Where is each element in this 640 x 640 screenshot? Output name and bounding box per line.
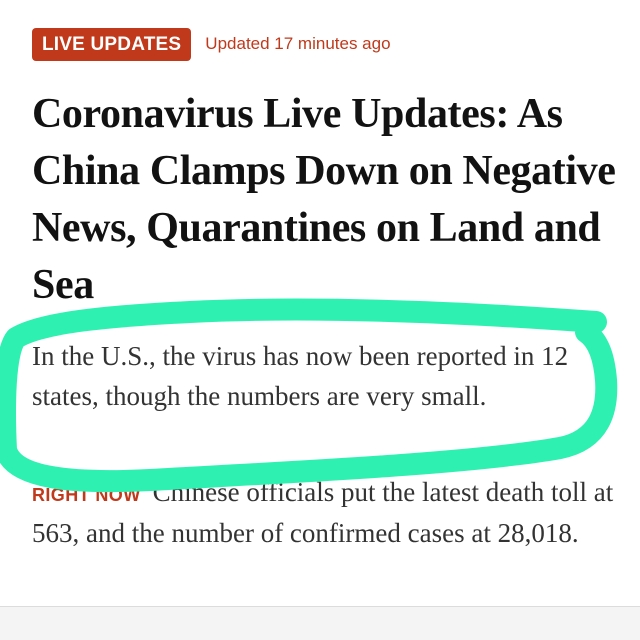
latest-update-item[interactable]: RIGHT NOW Chinese officials put the lates… <box>32 473 622 552</box>
bottom-divider <box>0 606 640 640</box>
article-headline[interactable]: Coronavirus Live Updates: As China Clamp… <box>32 86 622 314</box>
updated-timestamp: Updated 17 minutes ago <box>205 34 391 53</box>
article-summary: In the U.S., the virus has now been repo… <box>32 341 569 411</box>
article-screen: LIVE UPDATES Updated 17 minutes ago Coro… <box>0 0 640 640</box>
right-now-label: RIGHT NOW <box>32 485 141 505</box>
article-meta-row: LIVE UPDATES Updated 17 minutes ago <box>32 26 391 62</box>
live-updates-badge[interactable]: LIVE UPDATES <box>32 27 192 61</box>
